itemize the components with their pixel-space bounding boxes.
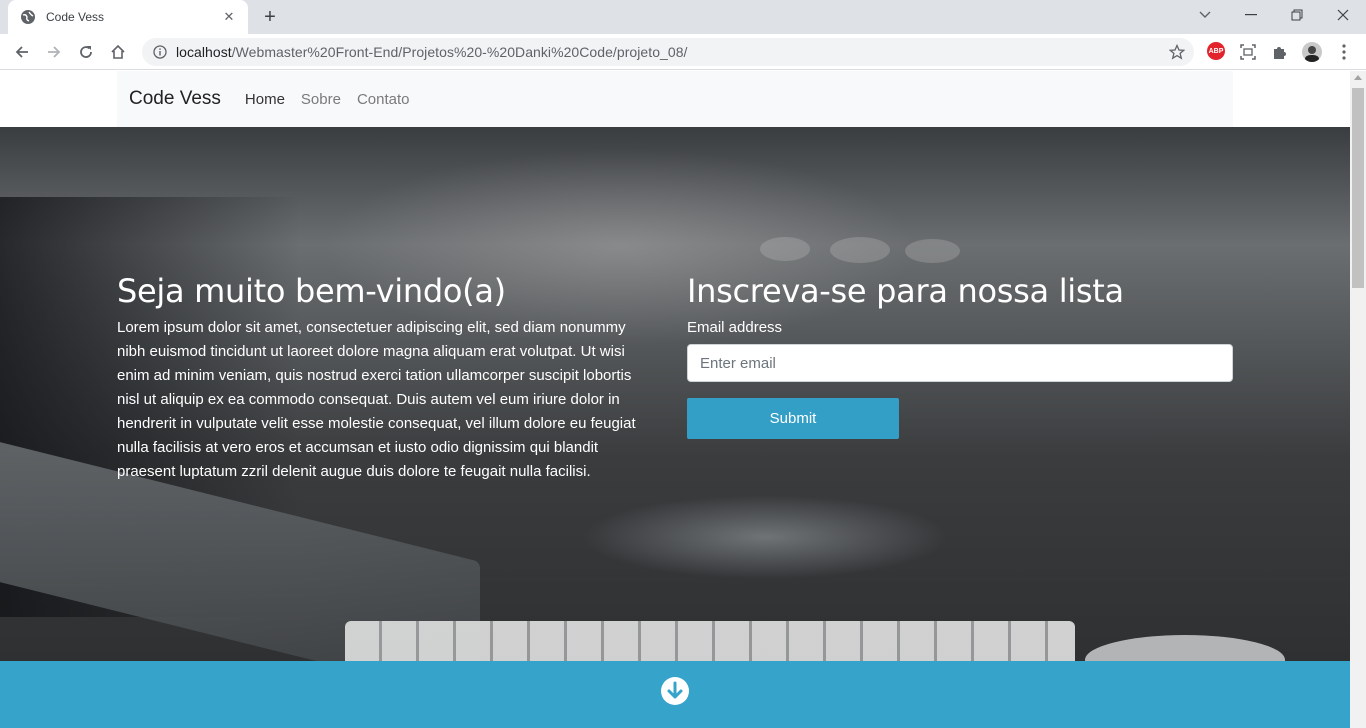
nav-link-home[interactable]: Home bbox=[245, 91, 285, 108]
navbar-container: Code Vess Home Sobre Contato bbox=[117, 71, 1233, 127]
url-path: /Webmaster%20Front-End/Projetos%20-%20Da… bbox=[231, 44, 688, 60]
hero-background-bokeh bbox=[830, 237, 890, 263]
kebab-menu-icon[interactable] bbox=[1334, 42, 1354, 62]
reload-button[interactable] bbox=[72, 38, 100, 66]
hero-section: Seja muito bem-vindo(a) Lorem ipsum dolo… bbox=[0, 127, 1350, 661]
signup-form: Inscreva-se para nossa lista Email addre… bbox=[687, 272, 1233, 440]
hero-background-bokeh bbox=[760, 237, 810, 261]
tab-title: Code Vess bbox=[46, 10, 105, 24]
tab-strip: Code Vess ✕ + bbox=[0, 0, 1366, 34]
site-brand[interactable]: Code Vess bbox=[129, 88, 221, 110]
home-button[interactable] bbox=[104, 38, 132, 66]
adblock-plus-icon[interactable]: ABP bbox=[1207, 42, 1225, 60]
browser-toolbar: localhost/Webmaster%20Front-End/Projetos… bbox=[0, 34, 1366, 70]
globe-icon bbox=[20, 9, 36, 25]
arrow-down-circle-icon[interactable] bbox=[660, 676, 690, 706]
bookmark-star-icon[interactable] bbox=[1168, 43, 1186, 61]
scroll-down-strip bbox=[0, 661, 1350, 728]
address-bar[interactable]: localhost/Webmaster%20Front-End/Projetos… bbox=[142, 38, 1194, 66]
hero-background-bokeh bbox=[905, 239, 960, 263]
new-tab-button[interactable]: + bbox=[258, 6, 282, 28]
extensions-puzzle-icon[interactable] bbox=[1270, 42, 1290, 62]
url-text: localhost/Webmaster%20Front-End/Projetos… bbox=[176, 44, 687, 60]
minimize-button[interactable] bbox=[1228, 0, 1274, 30]
welcome-text: Lorem ipsum dolor sit amet, consectetuer… bbox=[117, 319, 636, 481]
back-button[interactable] bbox=[8, 38, 36, 66]
profile-avatar[interactable] bbox=[1302, 42, 1322, 62]
info-icon[interactable] bbox=[152, 44, 168, 60]
site-navbar: Code Vess Home Sobre Contato bbox=[0, 71, 1350, 127]
welcome-title: Seja muito bem-vindo(a) bbox=[117, 272, 506, 310]
scrollbar-thumb[interactable] bbox=[1352, 88, 1364, 288]
page-viewport: Code Vess Home Sobre Contato Seja muito … bbox=[0, 71, 1350, 728]
page-scrollbar[interactable] bbox=[1350, 71, 1366, 728]
forward-button[interactable] bbox=[40, 38, 68, 66]
tab-search-icon[interactable] bbox=[1182, 0, 1228, 30]
welcome-column: Seja muito bem-vindo(a) Lorem ipsum dolo… bbox=[117, 272, 657, 484]
screenshot-extension-icon[interactable] bbox=[1238, 42, 1258, 62]
restore-button[interactable] bbox=[1274, 0, 1320, 30]
email-field[interactable] bbox=[687, 344, 1233, 383]
close-window-button[interactable] bbox=[1320, 0, 1366, 30]
close-tab-icon[interactable]: ✕ bbox=[220, 8, 238, 26]
url-host: localhost bbox=[176, 44, 232, 60]
browser-tab[interactable]: Code Vess ✕ bbox=[8, 0, 248, 34]
signup-title: Inscreva-se para nossa lista bbox=[687, 272, 1124, 310]
nav-link-contato[interactable]: Contato bbox=[357, 91, 410, 108]
email-label: Email address bbox=[687, 319, 783, 337]
nav-link-sobre[interactable]: Sobre bbox=[301, 91, 341, 108]
hero-background-mouse bbox=[1085, 635, 1285, 661]
hero-background-keyboard bbox=[345, 621, 1075, 661]
submit-button[interactable]: Submit bbox=[687, 398, 899, 440]
scroll-up-arrow-icon[interactable] bbox=[1354, 75, 1362, 80]
